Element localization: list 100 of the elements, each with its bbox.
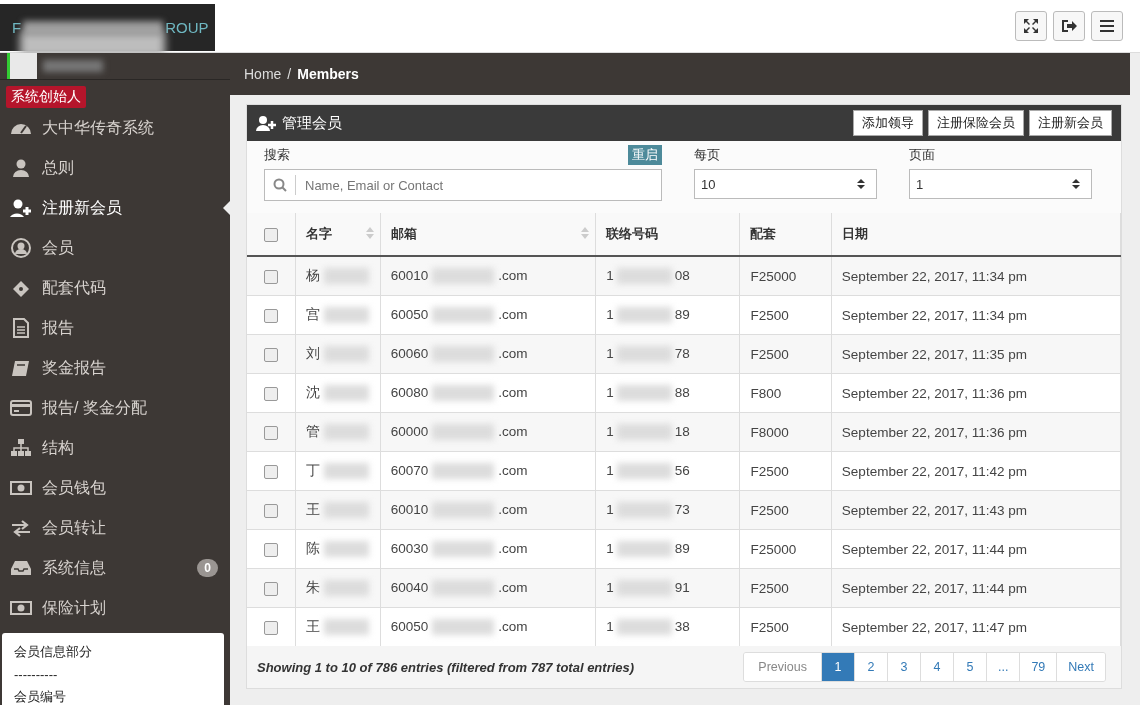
column-header[interactable]: 日期 [831, 213, 1121, 256]
phone-text: 18 [674, 423, 690, 439]
email-text: .com [498, 501, 528, 517]
breadcrumb-link[interactable]: Home [244, 66, 282, 82]
sidebar-item[interactable]: 报告/ 奖金分配 [0, 388, 230, 428]
redacted-area [432, 385, 495, 402]
checkbox[interactable] [263, 386, 278, 401]
sidebar-item[interactable]: 总则 [0, 148, 230, 188]
sidebar-item[interactable]: 会员 [0, 228, 230, 268]
sidebar-item[interactable]: 结构 [0, 428, 230, 468]
sort-icon [365, 227, 374, 239]
table-cell: F8000 [739, 412, 832, 452]
redacted-area [323, 385, 369, 402]
redacted-area [323, 619, 369, 636]
table-cell: September 22, 2017, 11:34 pm [831, 256, 1121, 296]
checkbox[interactable] [263, 620, 278, 635]
phone-text: 89 [674, 306, 690, 322]
redacted-area [616, 541, 672, 558]
redacted-area [616, 502, 672, 519]
redacted-area [616, 463, 672, 480]
checkbox[interactable] [263, 542, 278, 557]
phone-text: 56 [674, 462, 690, 478]
name-text: 管 [305, 424, 320, 439]
page-link[interactable]: Next [1057, 653, 1105, 681]
column-header[interactable]: 联络号码 [595, 213, 740, 256]
sidebar-item-label: 大中华传奇系统 [42, 117, 154, 138]
checkbox[interactable] [263, 347, 278, 362]
phone-text: 08 [674, 267, 690, 283]
checkbox[interactable] [263, 227, 278, 242]
column-header[interactable]: 邮箱 [380, 213, 596, 256]
logo-text: F [12, 19, 22, 36]
breadcrumb-separator: / [287, 66, 292, 82]
sidebar-item[interactable]: 配套代码 [0, 268, 230, 308]
column-header[interactable]: 配套 [739, 213, 832, 256]
action-button[interactable]: 添加领导 [853, 110, 923, 136]
menu-button[interactable] [1091, 11, 1123, 41]
checkbox[interactable] [263, 269, 278, 284]
sidebar-item[interactable]: 会员钱包 [0, 468, 230, 508]
page-link[interactable]: ... [986, 653, 1021, 681]
sidebar-item[interactable]: 报告 [0, 308, 230, 348]
email-text: .com [498, 618, 528, 634]
dropdown[interactable]: 10 [694, 169, 877, 199]
sidebar-item-label: 注册新会员 [42, 197, 122, 218]
logout-button[interactable] [1053, 11, 1085, 41]
email-text: .com [498, 540, 528, 556]
field-label: 每页 [694, 146, 720, 164]
menu-icon [1098, 17, 1116, 35]
fullscreen-button[interactable] [1015, 11, 1047, 41]
checkbox[interactable] [263, 464, 278, 479]
credit-card-icon [10, 398, 32, 418]
info-text: 会员编号 [14, 688, 67, 705]
logout-icon [1060, 17, 1078, 35]
logo-text: ROUP [165, 19, 209, 36]
page-link[interactable]: 5 [953, 653, 987, 681]
phone-text: 1 [606, 501, 614, 517]
sidebar-item-label: 会员钱包 [42, 477, 106, 498]
checkbox[interactable] [263, 581, 278, 596]
user-plus-icon [256, 115, 276, 131]
sidebar-item[interactable]: 大中华传奇系统 [0, 108, 230, 148]
redacted-area [432, 346, 495, 363]
page-link[interactable]: 79 [1020, 653, 1058, 681]
sidebar-item[interactable]: 保险计划 [0, 588, 230, 628]
action-button[interactable]: 注册保险会员 [928, 110, 1024, 136]
dropdown[interactable]: 1 [909, 169, 1092, 199]
info-text: ---------- [14, 667, 59, 682]
reset-button[interactable]: 重启 [628, 145, 662, 165]
redacted-area [432, 268, 495, 285]
search-field[interactable]: Name, Email or Contact [264, 169, 662, 201]
page-link[interactable]: 1 [821, 653, 855, 681]
page-link[interactable]: 3 [887, 653, 921, 681]
checkbox[interactable] [263, 503, 278, 518]
page-link[interactable]: 4 [920, 653, 954, 681]
name-text: 杨 [305, 268, 320, 283]
redacted-area [43, 60, 103, 72]
email-text: 60040 [390, 579, 429, 595]
sidebar-item-label: 报告/ 奖金分配 [42, 397, 147, 418]
page-link[interactable]: 2 [854, 653, 888, 681]
redacted-area [432, 463, 495, 480]
redacted-area [616, 619, 672, 636]
checkbox[interactable] [263, 425, 278, 440]
checkbox[interactable] [263, 308, 278, 323]
column-header[interactable]: 名字 [295, 213, 381, 256]
sidebar-item[interactable]: 系统信息 0 [0, 548, 230, 588]
email-text: 60010 [390, 501, 429, 517]
table-cell: F2500 [739, 334, 832, 374]
sidebar-item[interactable]: 会员转让 [0, 508, 230, 548]
name-text: 宫 [305, 307, 320, 322]
search-icon [273, 178, 287, 192]
redacted-area [323, 346, 369, 363]
action-button[interactable]: 注册新会员 [1029, 110, 1112, 136]
email-text: .com [498, 267, 528, 283]
name-text: 丁 [305, 463, 320, 478]
sidebar-item[interactable]: 奖金报告 [0, 348, 230, 388]
sidebar-item[interactable]: 注册新会员 [0, 188, 230, 228]
phone-text: 1 [606, 345, 614, 361]
redacted-area [432, 580, 495, 597]
phone-text: 91 [674, 579, 690, 595]
name-text: 王 [305, 502, 320, 517]
redacted-area [323, 541, 369, 558]
name-text: 刘 [305, 346, 320, 361]
